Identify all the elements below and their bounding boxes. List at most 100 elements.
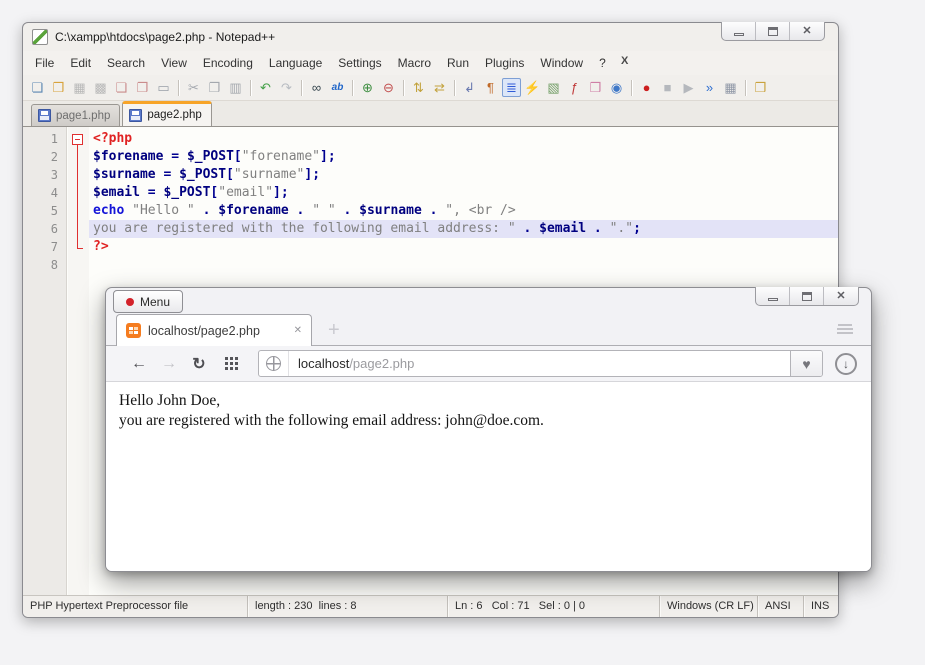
- macro-save-icon[interactable]: ▦: [721, 78, 740, 97]
- minimize-button[interactable]: [756, 287, 790, 305]
- open-containing-folder-icon[interactable]: ❒: [751, 78, 770, 97]
- line-number: 5: [23, 202, 67, 220]
- saved-file-icon: [38, 109, 51, 122]
- macro-run-multiple-icon[interactable]: »: [700, 78, 719, 97]
- code-line[interactable]: 4$email = $_POST["email"];: [23, 184, 838, 202]
- fold-toggle-icon[interactable]: [67, 130, 89, 148]
- word-wrap-icon[interactable]: ↲: [460, 78, 479, 97]
- close-button[interactable]: ✕: [790, 22, 824, 40]
- speed-dial-icon[interactable]: [214, 362, 248, 365]
- undo-icon[interactable]: ↶: [256, 78, 275, 97]
- menu-item-window[interactable]: Window: [532, 53, 591, 73]
- zoom-in-icon[interactable]: ⊕: [358, 78, 377, 97]
- npp-statusbar: PHP Hypertext Preprocessor filelength : …: [23, 595, 838, 617]
- tab-stack-icon[interactable]: [837, 324, 853, 335]
- minimize-icon: [734, 33, 744, 36]
- menu-item-edit[interactable]: Edit: [62, 53, 99, 73]
- status-doc-type: PHP Hypertext Preprocessor file: [23, 596, 248, 617]
- close-icon: ✕: [802, 26, 811, 37]
- npp-code-lines: 1<?php2$forename = $_POST["forename"];3$…: [23, 127, 838, 274]
- line-number: 4: [23, 184, 67, 202]
- new-tab-button[interactable]: +: [328, 319, 340, 342]
- close-all-documents-icon[interactable]: ❐: [133, 78, 152, 97]
- xampp-favicon: [126, 323, 141, 338]
- code-line[interactable]: 3$surname = $_POST["surname"];: [23, 166, 838, 184]
- macro-play-icon[interactable]: ▶: [679, 78, 698, 97]
- paste-icon[interactable]: ▥: [226, 78, 245, 97]
- code-line[interactable]: 2$forename = $_POST["forename"];: [23, 148, 838, 166]
- sync-vertical-scroll-icon[interactable]: ⇅: [409, 78, 428, 97]
- save-all-icon[interactable]: ▩: [91, 78, 110, 97]
- menu-item-encoding[interactable]: Encoding: [195, 53, 261, 73]
- menu-item-plugins[interactable]: Plugins: [477, 53, 532, 73]
- menu-item-settings[interactable]: Settings: [330, 53, 389, 73]
- bookmark-heart-button[interactable]: ♥: [790, 351, 822, 376]
- menu-item-view[interactable]: View: [153, 53, 195, 73]
- toolbar-separator: [250, 80, 251, 96]
- folder-as-workspace-icon[interactable]: ❒: [586, 78, 605, 97]
- opera-menu-label: Menu: [140, 295, 170, 309]
- menu-item-file[interactable]: File: [27, 53, 62, 73]
- new-file-icon[interactable]: ❏: [28, 78, 47, 97]
- document-monitor-icon[interactable]: ◉: [607, 78, 626, 97]
- address-bar[interactable]: localhost/page2.php ♥: [258, 350, 823, 377]
- opera-menu-button[interactable]: Menu: [113, 290, 183, 313]
- reload-button[interactable]: ↻: [184, 354, 214, 374]
- sync-horizontal-scroll-icon[interactable]: ⇄: [430, 78, 449, 97]
- macro-stop-icon[interactable]: ■: [658, 78, 677, 97]
- menubar-close-x[interactable]: X: [621, 55, 628, 67]
- menu-item-search[interactable]: Search: [99, 53, 153, 73]
- toolbar-separator: [352, 80, 353, 96]
- show-all-characters-icon[interactable]: ¶: [481, 78, 500, 97]
- replace-icon[interactable]: ab: [328, 78, 347, 97]
- function-list-icon[interactable]: ƒ: [565, 78, 584, 97]
- code-line[interactable]: 8: [23, 256, 838, 274]
- open-folder-icon[interactable]: ❒: [49, 78, 68, 97]
- notepad-titlebar[interactable]: C:\xampp\htdocs\page2.php - Notepad++ ✕: [23, 23, 838, 51]
- redo-icon[interactable]: ↷: [277, 78, 296, 97]
- minimize-button[interactable]: [722, 22, 756, 40]
- cut-icon[interactable]: ✂: [184, 78, 203, 97]
- find-icon[interactable]: ∞: [307, 78, 326, 97]
- indent-guide-icon[interactable]: ≣: [502, 78, 521, 97]
- page-text-line: you are registered with the following em…: [119, 411, 858, 431]
- code-line[interactable]: 6you are registered with the following e…: [23, 220, 838, 238]
- maximize-button[interactable]: [790, 287, 824, 305]
- address-url[interactable]: localhost/page2.php: [289, 356, 790, 371]
- site-badge-button[interactable]: [259, 351, 289, 376]
- zoom-out-icon[interactable]: ⊖: [379, 78, 398, 97]
- close-document-icon[interactable]: ❏: [112, 78, 131, 97]
- menu-item-[interactable]: ?: [591, 53, 614, 73]
- menu-item-macro[interactable]: Macro: [390, 53, 439, 73]
- menu-item-language[interactable]: Language: [261, 53, 330, 73]
- line-number: 2: [23, 148, 67, 166]
- menu-item-run[interactable]: Run: [439, 53, 477, 73]
- macro-record-icon[interactable]: ●: [637, 78, 656, 97]
- browser-window: Menu ✕ localhost/page2.php ✕ + ← → ↻ loc…: [105, 287, 872, 572]
- fold-margin: [67, 202, 89, 220]
- fold-margin: [67, 166, 89, 184]
- maximize-button[interactable]: [756, 22, 790, 40]
- download-button[interactable]: ↓: [835, 353, 857, 375]
- copy-icon[interactable]: ❐: [205, 78, 224, 97]
- back-button[interactable]: ←: [124, 355, 154, 373]
- fold-margin: [67, 238, 89, 256]
- run-script-icon[interactable]: ⚡: [523, 78, 542, 97]
- tab-close-icon[interactable]: ✕: [294, 325, 302, 336]
- status-insert-mode: INS: [804, 596, 838, 617]
- npp-tab-page2.php[interactable]: page2.php: [122, 101, 211, 126]
- browser-tab[interactable]: localhost/page2.php ✕: [116, 314, 312, 346]
- npp-menubar: FileEditSearchViewEncodingLanguageSettin…: [23, 51, 838, 75]
- code-line[interactable]: 5 echo "Hello " . $forename . " " . $surn…: [23, 202, 838, 220]
- print-icon[interactable]: ▭: [154, 78, 173, 97]
- code-line[interactable]: 1<?php: [23, 130, 838, 148]
- notepad-app-icon: [32, 29, 48, 45]
- code-text: ?>: [89, 238, 838, 256]
- close-button[interactable]: ✕: [824, 287, 858, 305]
- code-line[interactable]: 7?>: [23, 238, 838, 256]
- document-map-icon[interactable]: ▧: [544, 78, 563, 97]
- npp-tab-page1.php[interactable]: page1.php: [31, 104, 120, 126]
- forward-button[interactable]: →: [154, 355, 184, 373]
- save-icon[interactable]: ▦: [70, 78, 89, 97]
- code-text: echo "Hello " . $forename . " " . $surna…: [89, 202, 838, 220]
